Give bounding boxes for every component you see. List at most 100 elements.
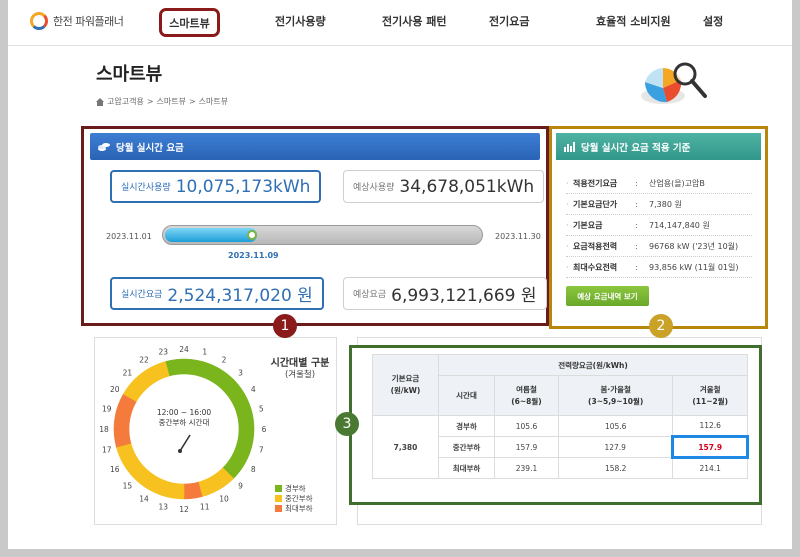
standard-value: 산업용(을)고압B (649, 178, 705, 188)
hour-label: 3 (238, 368, 243, 377)
hour-label: 17 (102, 446, 112, 455)
nav-usage[interactable]: 전기사용량 (275, 13, 326, 29)
rate-cell: 158.2 (557, 457, 674, 479)
table-header-season: 봄·가을철 (3~5,9~10월) (557, 375, 674, 416)
table-header-band: 시간대 (438, 375, 495, 416)
power-planner-logo-icon (30, 12, 48, 30)
nav-pattern[interactable]: 전기사용 패턴 (382, 13, 447, 29)
hour-label: 20 (110, 385, 120, 394)
progress-knob (247, 230, 257, 240)
hour-label: 12 (179, 505, 189, 514)
hour-label: 15 (123, 482, 133, 491)
month-progress-bar (162, 225, 483, 245)
realtime-usage-value: 10,075,173kWh (175, 176, 311, 197)
hour-label: 8 (251, 465, 256, 474)
marker-2: 2 (649, 314, 673, 338)
breadcrumb: 고압고객용 > 스마트뷰 > 스마트뷰 (96, 96, 228, 107)
coins-icon (98, 142, 110, 151)
rate-cell: 112.6 (672, 415, 748, 437)
legend-item: 경부하 (275, 483, 313, 493)
center-label: 중간부하 시간대 (159, 417, 210, 427)
base-fee-cell: 7,380 (372, 415, 439, 479)
hour-label: 23 (159, 348, 169, 357)
band-cell: 경부하 (438, 415, 495, 437)
breadcrumb-item[interactable]: 스마트뷰 (157, 96, 186, 107)
table-header-energy: 전력량요금(원/kWh) (438, 354, 748, 376)
hour-label: 11 (200, 502, 210, 511)
list-item: · 요금적용전력:96768 kW ('23년 10월) (566, 236, 752, 257)
hour-label: 21 (123, 368, 133, 377)
forecast-usage-label: 예상사용량 (353, 183, 395, 193)
list-item: · 적용전기요금: 산업용(을)고압B (566, 173, 752, 194)
standard-key: 기본요금 (573, 220, 603, 230)
start-date: 2023.11.01 (106, 232, 152, 241)
rate-cell: 127.9 (557, 436, 674, 458)
fee-standard-header: 당월 실시간 요금 적용 기준 (556, 133, 761, 160)
forecast-usage-value: 34,678,051kWh (399, 176, 535, 197)
hour-label: 7 (259, 446, 264, 455)
forecast-fee-label: 예상요금 (353, 290, 387, 300)
standard-key: 요금적용전력 (573, 241, 618, 251)
standard-key: 적용전기요금 (573, 178, 618, 188)
hour-label: 24 (179, 345, 189, 354)
breadcrumb-item: 스마트뷰 (198, 97, 229, 106)
timeband-season: (겨울철) (284, 370, 316, 380)
band-cell: 중간부하 (438, 436, 495, 458)
rate-cell: 105.6 (494, 415, 559, 437)
realtime-fee-header: 당월 실시간 요금 (90, 133, 540, 160)
hour-label: 18 (99, 425, 109, 434)
nav-smartview[interactable]: 스마트뷰 (159, 8, 220, 37)
legend-swatch (275, 504, 282, 512)
realtime-fee-panel: 당월 실시간 요금 실시간사용량 10,075,173kWh 예상사용량 34,… (81, 126, 549, 326)
fee-standard-panel: 당월 실시간 요금 적용 기준 · 적용전기요금: 산업용(을)고압B · 기본요금단… (549, 126, 768, 329)
hour-label: 2 (222, 356, 227, 365)
hour-label: 9 (238, 482, 243, 491)
rate-cell: 105.6 (557, 415, 674, 437)
nav-fee[interactable]: 전기요금 (489, 13, 529, 29)
timeband-panel: 24 1 2 3 4 5 6 7 8 9 10 11 12 13 14 15 16 17 18 19 20 21 22 23 1… (94, 337, 337, 525)
marker-3: 3 (335, 412, 359, 436)
forecast-fee-value: 6,993,121,669 원 (391, 286, 537, 306)
hour-label: 6 (262, 425, 267, 434)
center-time: 12:00 ~ 16:00 (157, 408, 212, 417)
realtime-fee-box: 실시간요금 2,524,317,020 원 (110, 277, 324, 310)
view-forecast-fee-button[interactable]: 예상 요금내역 보기 (566, 286, 649, 306)
hour-label: 14 (139, 494, 149, 503)
hour-label: 1 (202, 348, 207, 357)
timeband-title: 시간대별 구분 (270, 358, 330, 369)
standard-value: 7,380 원 (649, 199, 682, 209)
nav-efficiency[interactable]: 효율적 소비지원 (596, 13, 671, 29)
home-icon (96, 97, 104, 106)
marker-1: 1 (273, 314, 297, 338)
table-header-season: 여름철 (6~8월) (494, 375, 559, 416)
forecast-usage-box: 예상사용량 34,678,051kWh (343, 170, 545, 203)
hour-label: 13 (159, 502, 169, 511)
forecast-fee-box: 예상요금 6,993,121,669 원 (343, 277, 547, 310)
nav-settings[interactable]: 설정 (703, 13, 723, 29)
rate-table-panel: 기본요금 (원/kW) 전력량요금(원/kWh) 시간대 여름철 (6~8월) … (349, 345, 762, 505)
breadcrumb-item[interactable]: 고압고객용 (107, 96, 144, 107)
hour-label: 16 (110, 465, 120, 474)
realtime-fee-title: 당월 실시간 요금 (116, 142, 184, 154)
hour-label: 10 (219, 494, 229, 503)
logo[interactable]: 한전 파워플래너 (30, 10, 124, 32)
month-progress-fill (165, 228, 257, 242)
standard-value: 93,856 kW (11월 01일) (649, 262, 739, 272)
rate-cell: 214.1 (672, 457, 748, 479)
standard-key: 기본요금단가 (573, 199, 618, 209)
realtime-fee-label: 실시간요금 (121, 290, 163, 300)
top-navigation: 한전 파워플래너 스마트뷰 전기사용량 전기사용 패턴 전기요금 효율적 소비지… (8, 0, 792, 46)
list-item: · 기본요금단가:7,380 원 (566, 194, 752, 215)
table-header-base: 기본요금 (원/kW) (372, 354, 439, 416)
donut-center (130, 375, 238, 483)
clock-hand-pivot (178, 449, 182, 453)
hour-label: 19 (102, 404, 112, 413)
fee-standard-list: · 적용전기요금: 산업용(을)고압B · 기본요금단가:7,380 원 · 기본요금:… (566, 173, 752, 278)
realtime-usage-label: 실시간사용량 (121, 183, 171, 193)
realtime-usage-box: 실시간사용량 10,075,173kWh (110, 170, 322, 203)
band-cell: 최대부하 (438, 457, 495, 479)
hour-label: 5 (259, 404, 264, 413)
fee-standard-title: 당월 실시간 요금 적용 기준 (581, 142, 691, 154)
breadcrumb-separator: > (146, 97, 154, 106)
legend-label: 최대부하 (285, 503, 313, 513)
